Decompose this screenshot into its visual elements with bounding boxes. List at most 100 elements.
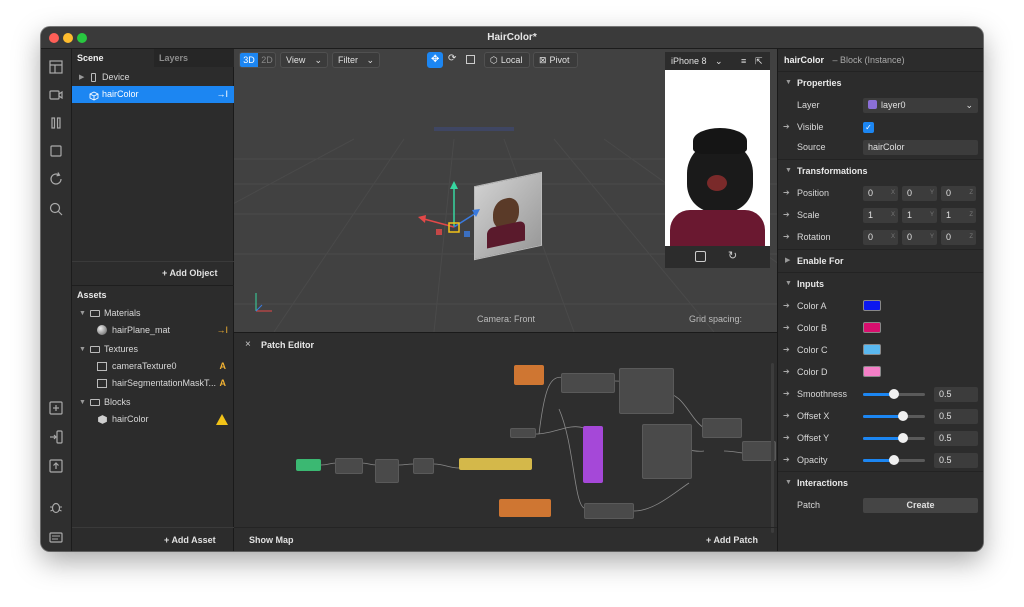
section-properties[interactable]: ▼ Properties [778,72,983,94]
section-transformations[interactable]: ▼ Transformations [778,160,983,182]
pivot-button[interactable]: ⊠ Pivot [533,52,578,68]
keyframe-arrow-icon[interactable]: ➔ [783,449,790,471]
keyframe-arrow-icon[interactable]: ➔ [783,226,790,248]
menu-icon[interactable]: ≡ [741,52,746,70]
keyframe-arrow-icon[interactable]: ➔ [783,339,790,361]
asset-item-cameratexture0[interactable]: cameraTexture0 A [72,358,234,375]
camera-switch-icon[interactable] [695,251,706,262]
slider-knob[interactable] [889,455,899,465]
visible-checkbox[interactable]: ✓ [863,122,874,133]
local-space-button[interactable]: ⬡ Local [484,52,530,68]
asset-item-hairsegmentationmask[interactable]: hairSegmentationMaskT... A [72,375,234,392]
add-patch-button[interactable]: + Add Patch [706,535,758,545]
show-map-button[interactable]: Show Map [249,535,294,545]
patch-node-gradient[interactable] [642,424,692,479]
patch-node-orange-bottom[interactable] [499,499,551,517]
expand-arrow-icon[interactable]: ▶ [785,250,790,272]
send-to-device-icon[interactable] [48,429,64,445]
collapse-arrow-icon[interactable]: ▼ [785,273,792,295]
scale-y-field[interactable]: 1Y [902,208,937,223]
keyframe-arrow-icon[interactable]: ➔ [783,317,790,339]
slider-knob[interactable] [898,411,909,421]
collapse-arrow-icon[interactable]: ▼ [79,394,86,411]
patch-node-texture-sampler[interactable] [561,373,615,393]
asset-group-blocks[interactable]: ▼ Blocks [72,394,234,411]
offset-y-field[interactable]: 0.5 [934,431,978,446]
asset-item-hairplane-mat[interactable]: hairPlane_mat →I [72,322,234,339]
scale-tool-button[interactable] [463,52,479,68]
patch-node-yellow[interactable] [459,458,532,470]
filter-dropdown[interactable]: Filter ⌄ [332,52,380,68]
link-badge-icon[interactable]: →I [216,86,228,103]
view-dropdown[interactable]: View ⌄ [280,52,328,68]
keyframe-arrow-icon[interactable]: ➔ [783,116,790,138]
opacity-slider[interactable] [863,455,925,465]
color-d-swatch[interactable] [863,366,881,377]
patch-node-texture-sampler-2[interactable] [584,503,634,519]
collapse-arrow-icon[interactable]: ▼ [785,472,792,494]
keyframe-arrow-icon[interactable]: ➔ [783,204,790,226]
move-tool-button[interactable]: ✥ [427,52,443,68]
rotation-y-field[interactable]: 0Y [902,230,937,245]
offset-x-field[interactable]: 0.5 [934,409,978,424]
transform-gizmo[interactable] [414,179,494,249]
add-frame-icon[interactable] [48,400,64,416]
feedback-icon[interactable] [48,530,64,546]
opacity-field[interactable]: 0.5 [934,453,978,468]
patch-node-orange[interactable] [514,365,544,385]
rotate-tool-button[interactable]: ⟳ [445,52,461,68]
section-interactions[interactable]: ▼ Interactions [778,472,983,494]
position-z-field[interactable]: 0Z [941,186,976,201]
rotate-device-icon[interactable]: ↻ [728,249,737,262]
section-enable-for[interactable]: ▶ Enable For [778,250,983,272]
patch-node-green[interactable] [296,459,321,471]
position-y-field[interactable]: 0Y [902,186,937,201]
scene-item-haircolor[interactable]: hairColor →I [72,86,234,103]
collapse-arrow-icon[interactable]: ▼ [785,160,792,182]
external-window-icon[interactable]: ⇱ [755,52,763,70]
rotation-x-field[interactable]: 0X [863,230,898,245]
keyframe-arrow-icon[interactable]: ➔ [783,405,790,427]
search-icon[interactable] [48,201,64,217]
patch-editor[interactable]: × Patch Editor Show Map + Add Patch [234,332,777,551]
patch-node-adjust-colors[interactable] [619,368,674,414]
upload-icon[interactable] [48,458,64,474]
expand-arrow-icon[interactable]: ▶ [79,69,84,86]
patch-node-face-finder[interactable] [375,459,399,483]
toggle-2d-button[interactable]: 2D [258,53,276,67]
scene-item-device[interactable]: ▶ Device [72,69,234,86]
scale-z-field[interactable]: 1Z [941,208,976,223]
color-a-swatch[interactable] [863,300,881,311]
add-object-button[interactable]: + Add Object [162,268,217,278]
patch-node-face-select[interactable] [335,458,363,474]
collapse-arrow-icon[interactable]: ▼ [79,341,86,358]
asset-item-haircolor-block[interactable]: hairColor [72,411,234,428]
simulator-preview[interactable] [665,70,770,246]
rotation-z-field[interactable]: 0Z [941,230,976,245]
offset-x-slider[interactable] [863,411,925,421]
patch-scrollbar[interactable] [771,363,774,533]
stop-icon[interactable] [48,143,64,159]
patch-node-purple[interactable] [583,426,603,483]
scene-viewport[interactable]: 3D 2D View ⌄ Filter ⌄ ✥ ⟳ ⬡ Local ⊠ Pivot iP… [234,49,777,332]
offset-y-slider[interactable] [863,433,925,443]
layout-icon[interactable] [48,59,64,75]
patch-node-small[interactable] [510,428,536,438]
keyframe-arrow-icon[interactable]: ➔ [783,361,790,383]
scale-x-field[interactable]: 1X [863,208,898,223]
keyframe-arrow-icon[interactable]: ➔ [783,295,790,317]
refresh-icon[interactable] [48,171,64,187]
create-patch-button[interactable]: Create [863,498,978,513]
keyframe-arrow-icon[interactable]: ➔ [783,427,790,449]
patch-node-blend-top[interactable] [702,418,742,438]
tab-layers[interactable]: Layers [154,49,234,67]
slider-knob[interactable] [889,389,899,399]
position-x-field[interactable]: 0X [863,186,898,201]
toggle-3d-button[interactable]: 3D [240,53,258,67]
layer-dropdown[interactable]: layer0 ⌄ [863,98,978,113]
add-asset-button[interactable]: + Add Asset [164,535,216,545]
color-c-swatch[interactable] [863,344,881,355]
collapse-arrow-icon[interactable]: ▼ [79,305,86,322]
link-badge-icon[interactable]: →I [216,322,228,339]
collapse-arrow-icon[interactable]: ▼ [785,72,792,94]
